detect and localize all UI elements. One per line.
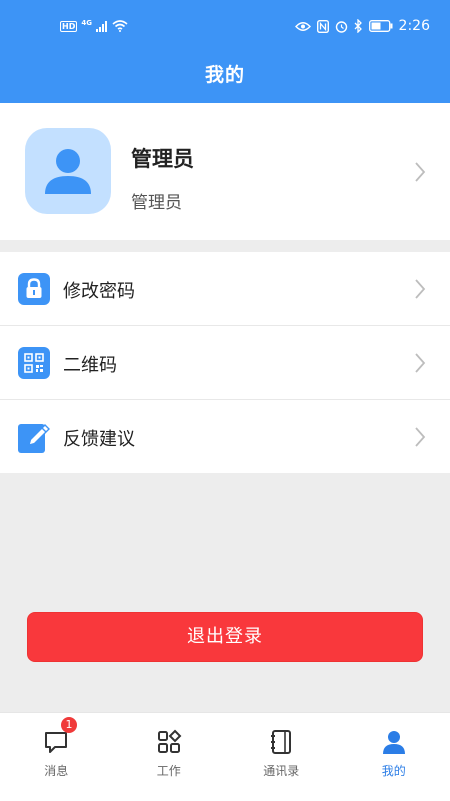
settings-menu: 修改密码 二维码 反馈建议: [0, 252, 450, 473]
logout-button[interactable]: 退出登录: [27, 612, 423, 662]
tab-work[interactable]: 工作: [113, 713, 226, 801]
alarm-icon: [335, 20, 348, 33]
unread-badge: 1: [61, 717, 77, 733]
bottom-tab-bar: 1 消息 工作 通讯录 我的: [0, 712, 450, 801]
network-type: 4G: [81, 19, 92, 27]
menu-item-change-password[interactable]: 修改密码: [0, 252, 450, 326]
user-icon: [381, 729, 407, 755]
apps-icon: [156, 729, 182, 755]
page-title: 我的: [0, 60, 450, 87]
tab-label: 通讯录: [225, 762, 338, 779]
nfc-icon: [317, 20, 329, 33]
status-bar: HD 4G: [0, 0, 450, 50]
tab-messages[interactable]: 1 消息: [0, 713, 113, 801]
user-avatar-icon: [25, 128, 111, 214]
profile-card[interactable]: 管理员 管理员: [0, 103, 450, 240]
profile-name: 管理员: [131, 143, 194, 173]
chevron-right-icon: [414, 352, 426, 374]
app-header: HD 4G: [0, 0, 450, 103]
lock-icon: [18, 273, 50, 305]
qr-code-icon: [18, 347, 50, 379]
hd-badge: HD: [60, 21, 77, 32]
menu-item-qr-code[interactable]: 二维码: [0, 326, 450, 400]
tab-label: 我的: [338, 762, 450, 779]
contacts-icon: [268, 729, 294, 755]
battery-icon: [369, 20, 393, 32]
tab-contacts[interactable]: 通讯录: [225, 713, 338, 801]
tab-label: 消息: [0, 762, 113, 779]
chevron-right-icon: [414, 278, 426, 300]
tab-label: 工作: [113, 762, 226, 779]
menu-item-feedback[interactable]: 反馈建议: [0, 400, 450, 473]
edit-icon: [18, 421, 50, 453]
profile-role: 管理员: [131, 188, 182, 213]
eye-icon: [295, 21, 311, 32]
tab-mine[interactable]: 我的: [338, 713, 450, 801]
menu-label: 反馈建议: [63, 425, 135, 451]
status-time: 2:26: [399, 18, 430, 34]
avatar: [25, 128, 111, 214]
message-icon: [43, 729, 69, 755]
menu-label: 二维码: [63, 351, 117, 377]
menu-label: 修改密码: [63, 277, 135, 303]
bluetooth-icon: [354, 19, 363, 33]
wifi-icon: [112, 20, 128, 32]
signal-icon: [96, 21, 108, 32]
chevron-right-icon: [414, 426, 426, 448]
chevron-right-icon: [414, 161, 426, 183]
